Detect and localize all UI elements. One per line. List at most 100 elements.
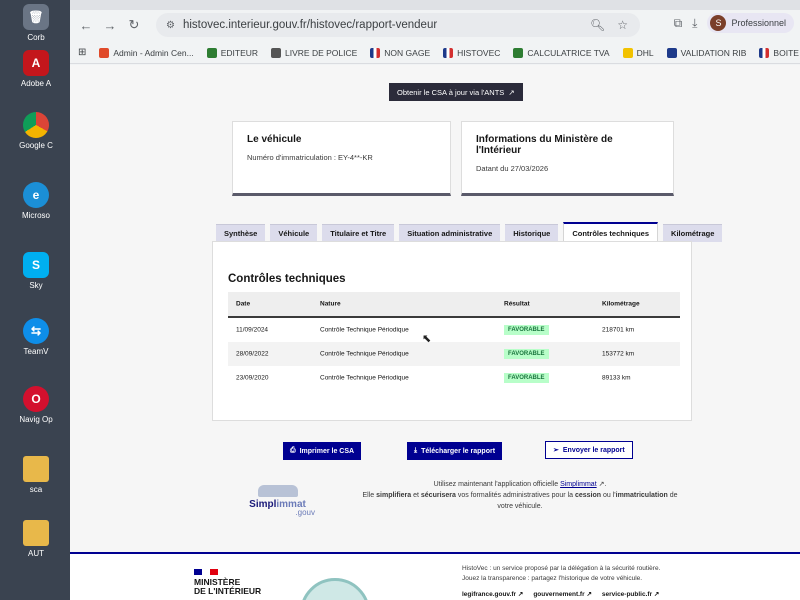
- extensions-icon[interactable]: ⧉: [674, 16, 683, 31]
- avatar: S: [710, 15, 727, 31]
- bookmark-histovec[interactable]: HISTOVEC: [443, 47, 500, 58]
- status-badge: FAVORABLE: [504, 325, 549, 335]
- site-footer: MINISTÈRE DE L'INTÉRIEUR HistoVec : un s…: [70, 552, 800, 600]
- tab-controles-techniques[interactable]: Contrôles techniques: [563, 222, 659, 242]
- forward-icon[interactable]: →: [98, 18, 122, 33]
- row-km: 153772 km: [602, 350, 635, 358]
- bookmark-favicon-icon: [370, 47, 381, 58]
- printer-icon: ⎙: [290, 447, 296, 454]
- ministry-logo[interactable]: MINISTÈRE DE L'INTÉRIEUR: [194, 578, 261, 596]
- desktop-icon-chrome[interactable]: Google C: [0, 112, 72, 150]
- row-date: 11/09/2024: [236, 326, 269, 334]
- bookmark-editeur[interactable]: EDITEUR: [206, 47, 258, 58]
- desktop-icon-folder-aut[interactable]: AUT: [0, 520, 72, 558]
- acrobat-icon: A: [23, 50, 49, 76]
- footer-link-gouvernement[interactable]: gouvernement.fr ↗: [533, 590, 592, 598]
- omnibox-actions: 🔍︎ ☆: [590, 13, 628, 37]
- ct-table: Date Nature Résultat Kilométrage 11/09/2…: [228, 292, 680, 390]
- send-report-button[interactable]: ➢ Envoyer le rapport: [545, 441, 633, 459]
- desktop-icon-opera[interactable]: O Navig Op: [0, 386, 72, 424]
- french-flag-icon: [194, 569, 218, 575]
- external-link-icon: ↗: [653, 591, 660, 598]
- vehicle-plate: Numéro d'immatriculation : EY-4**-KR: [247, 153, 373, 162]
- vehicle-card-title: Le véhicule: [247, 134, 302, 145]
- footer-link-service-public[interactable]: service-public.fr ↗: [602, 590, 659, 598]
- bookmark-favicon-icon: [622, 47, 633, 58]
- teamviewer-icon: ⇆: [23, 318, 49, 344]
- reload-icon[interactable]: ↻: [122, 17, 146, 33]
- csa-ants-button[interactable]: Obtenir le CSA à jour via l'ANTS ↗: [389, 83, 523, 101]
- tab-historique[interactable]: Historique: [505, 224, 559, 242]
- download-icon[interactable]: ⤓: [692, 16, 697, 31]
- page-content: Obtenir le CSA à jour via l'ANTS ↗ Le vé…: [70, 65, 800, 600]
- site-info-icon[interactable]: ⚙: [166, 20, 175, 31]
- desktop-icon-edge[interactable]: e Microso: [0, 182, 72, 220]
- skype-icon: S: [23, 252, 49, 278]
- bookmark-favicon-icon: [99, 47, 110, 58]
- bookmark-livre-de-police[interactable]: LIVRE DE POLICE: [271, 47, 357, 58]
- row-nature: Contrôle Technique Périodique: [320, 326, 409, 334]
- footer-link-legifrance[interactable]: legifrance.gouv.fr ↗: [462, 590, 523, 598]
- edge-icon: e: [23, 182, 49, 208]
- col-kilometrage: Kilométrage: [602, 300, 640, 308]
- browser-tab-strip: [70, 0, 800, 10]
- bookmark-boite-a-outils[interactable]: BOITE A OUTILS: [759, 47, 800, 58]
- row-km: 218701 km: [602, 326, 635, 334]
- desktop-icon-skype[interactable]: S Sky: [0, 252, 72, 290]
- histovec-logo: [300, 578, 370, 600]
- bookmark-favicon-icon: [206, 47, 217, 58]
- print-csa-button[interactable]: ⎙ Imprimer le CSA: [283, 442, 362, 460]
- row-nature: Contrôle Technique Périodique: [320, 350, 409, 358]
- desktop-icon-corbeille[interactable]: 🗑 Corb: [0, 4, 72, 42]
- tab-kilometrage[interactable]: Kilométrage: [663, 224, 723, 242]
- folder-icon: [23, 520, 49, 546]
- bookmark-calculatrice-tva[interactable]: CALCULATRICE TVA: [513, 47, 610, 58]
- desktop-icon-folder-sca[interactable]: sca: [0, 456, 72, 494]
- back-icon[interactable]: ←: [74, 18, 98, 33]
- row-date: 28/09/2022: [236, 350, 269, 358]
- trash-icon: 🗑: [23, 4, 49, 30]
- opera-icon: O: [23, 386, 49, 412]
- footer-description: HistoVec : un service proposé par la dél…: [462, 565, 661, 582]
- address-bar[interactable]: ⚙ histovec.interieur.gouv.fr/histovec/ra…: [156, 13, 640, 37]
- simplimmat-line-1: Utilisez maintenant l'application offici…: [433, 481, 607, 488]
- table-row: 11/09/2024 Contrôle Technique Périodique…: [228, 318, 680, 342]
- status-badge: FAVORABLE: [504, 373, 549, 383]
- bookmark-favicon-icon: [271, 47, 282, 58]
- desktop-icon-teamviewer[interactable]: ⇆ TeamV: [0, 318, 72, 356]
- zoom-icon[interactable]: 🔍︎: [590, 18, 605, 32]
- bookmark-star-icon[interactable]: ☆: [617, 18, 628, 32]
- toolbar-right: ⧉ ⤓ S Professionnel: [674, 13, 794, 33]
- bookmark-admin[interactable]: Admin - Admin Cen...: [99, 47, 194, 58]
- tab-titulaire[interactable]: Titulaire et Titre: [322, 224, 395, 242]
- col-nature: Nature: [320, 300, 341, 308]
- desktop-sidebar: 🗑 Corb A Adobe A Google C e Microso S Sk…: [0, 0, 72, 600]
- tab-synthese[interactable]: Synthèse: [216, 224, 266, 242]
- desktop-icon-adobe[interactable]: A Adobe A: [0, 50, 72, 88]
- simplimmat-logo: Simplimmat .gouv: [240, 485, 315, 525]
- tab-vehicule[interactable]: Véhicule: [270, 224, 318, 242]
- download-report-button[interactable]: ⤓ Télécharger le rapport: [407, 442, 503, 460]
- ministry-date: Datant du 27/03/2026: [476, 164, 549, 173]
- ct-heading: Contrôles techniques: [228, 273, 346, 285]
- bookmark-favicon-icon: [443, 47, 454, 58]
- table-row: 23/09/2020 Contrôle Technique Périodique…: [228, 366, 680, 390]
- bookmark-non-gage[interactable]: NON GAGE: [370, 47, 430, 58]
- bookmark-validation-rib[interactable]: VALIDATION RIB: [666, 47, 746, 58]
- bookmark-dhl[interactable]: DHL: [622, 47, 654, 58]
- simplimmat-link[interactable]: Simplimmat: [560, 481, 597, 488]
- ministry-card-title: Informations du Ministère de l'Intérieur: [476, 134, 613, 156]
- footer-links: legifrance.gouv.fr ↗ gouvernement.fr ↗ s…: [462, 590, 659, 598]
- tab-situation-administrative[interactable]: Situation administrative: [399, 224, 501, 242]
- ministry-card: Informations du Ministère de l'Intérieur…: [461, 121, 674, 196]
- external-link-icon: ↗: [586, 591, 592, 598]
- simplimmat-promo: Utilisez maintenant l'application offici…: [320, 479, 720, 512]
- bookmark-favicon-icon: [666, 47, 677, 58]
- browser-toolbar: ← → ↻ ⚙ histovec.interieur.gouv.fr/histo…: [70, 10, 800, 40]
- simplimmat-line-3: votre véhicule.: [497, 503, 543, 510]
- simplimmat-line-2: Elle simplifiera et sécurisera vos forma…: [362, 492, 678, 499]
- apps-grid-icon[interactable]: ⊞: [78, 47, 86, 58]
- report-tabs: Synthèse Véhicule Titulaire et Titre Sit…: [216, 222, 723, 242]
- table-header: Date Nature Résultat Kilométrage: [228, 292, 680, 318]
- profile-button[interactable]: S Professionnel: [707, 13, 794, 33]
